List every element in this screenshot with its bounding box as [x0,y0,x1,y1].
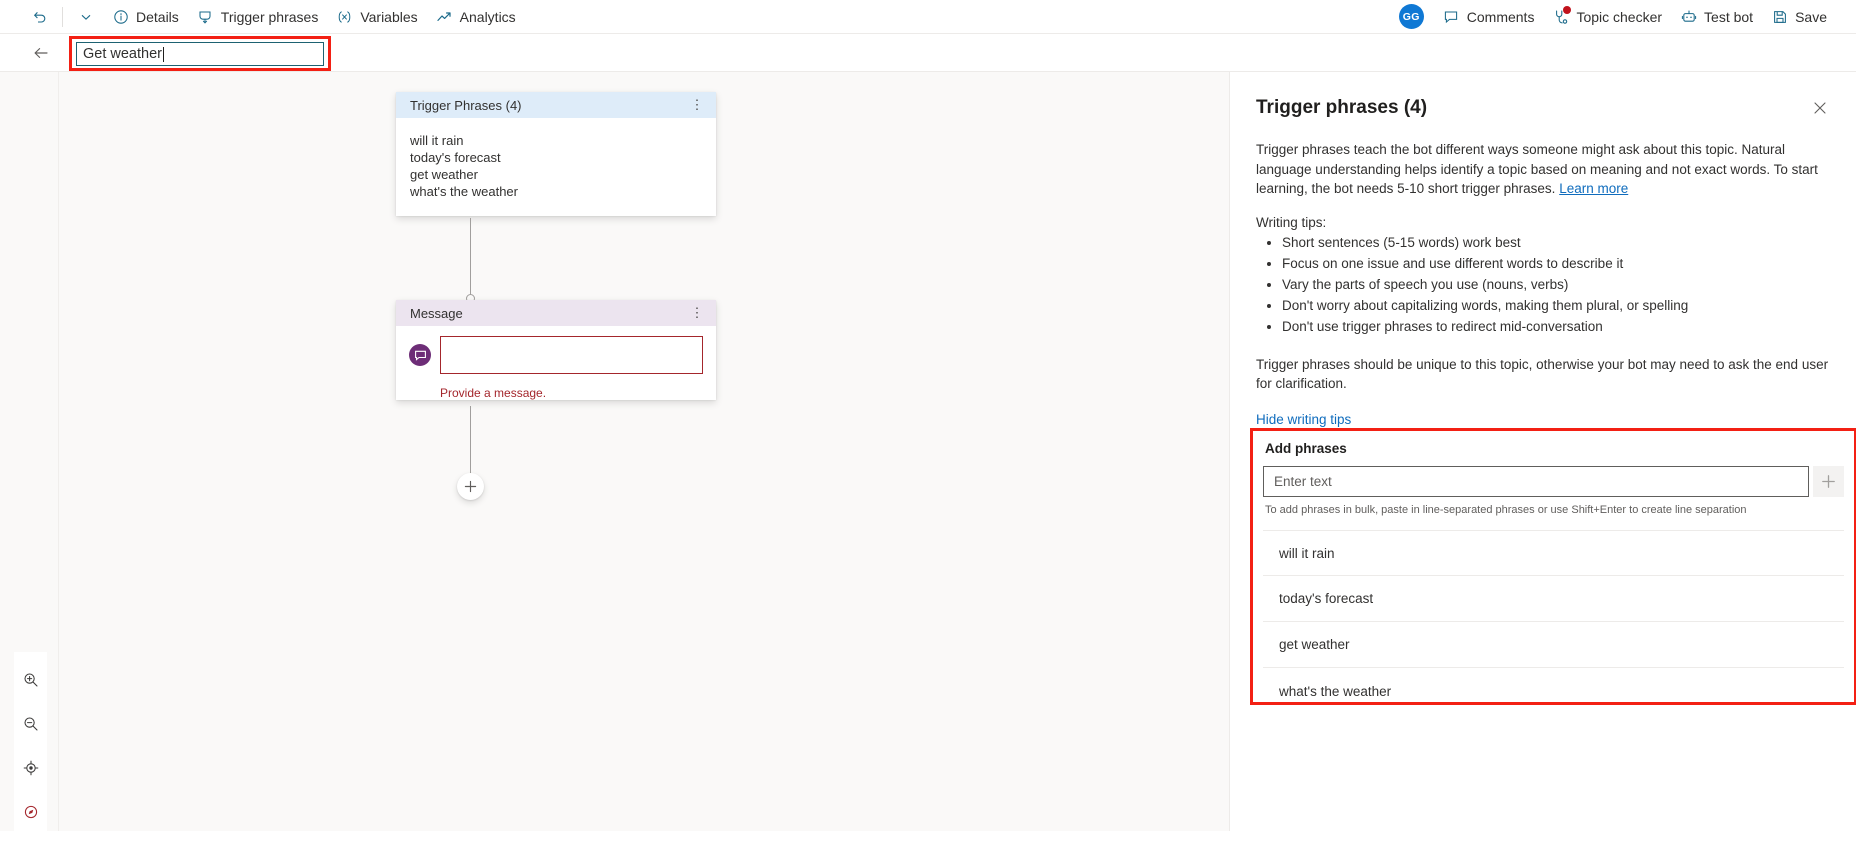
writing-tips-label: Writing tips: [1256,214,1327,230]
trigger-icon [197,8,214,25]
trigger-node-phrase: what's the weather [410,184,518,199]
topic-checker-label: Topic checker [1576,8,1663,25]
trigger-phrases-tab[interactable]: Trigger phrases [188,2,328,32]
back-button[interactable] [26,38,56,68]
trigger-node-body: will it rain today's forecast get weathe… [396,118,716,216]
phrase-list: will it rain today's forecast get weathe… [1263,530,1844,714]
message-node-title: Message [410,305,463,321]
topic-title-input[interactable]: Get weather [76,42,324,66]
close-icon[interactable] [1806,94,1834,122]
unique-note-text: Trigger phrases should be unique to this… [1256,356,1829,392]
list-item[interactable]: will it rain [1263,530,1844,576]
add-node-button[interactable] [457,473,484,500]
details-tab[interactable]: Details [103,2,188,32]
list-item[interactable]: what's the weather [1263,668,1844,714]
list-item: Short sentences (5-15 words) work best [1282,232,1830,253]
trigger-node-title: Trigger Phrases (4) [410,97,522,113]
writing-tips-list: Short sentences (5-15 words) work best F… [1282,232,1830,337]
zoom-out-button[interactable] [16,702,46,746]
topic-title-value: Get weather [83,46,162,62]
bot-icon [1680,8,1697,25]
undo-icon [31,8,48,25]
list-item: Vary the parts of speech you use (nouns,… [1282,274,1830,295]
chevron-down-icon [77,8,94,25]
add-phrases-highlight-box: Add phrases To add phrases in bulk, past… [1250,428,1856,705]
save-label: Save [1795,8,1827,25]
add-phrases-label: Add phrases [1265,441,1347,456]
toolbar-left-group: Details Trigger phrases Variables Analyt… [0,2,525,32]
variables-tab-label: Variables [360,8,418,25]
trigger-node-phrase: get weather [410,167,478,182]
panel-body: Trigger phrases teach the bot different … [1230,140,1856,429]
message-node-menu-icon[interactable]: ⋮ [687,303,707,323]
analytics-tab-label: Analytics [459,8,516,25]
trigger-node-menu-icon[interactable]: ⋮ [687,95,707,115]
reset-view-button[interactable] [16,790,46,834]
add-phrase-button[interactable] [1813,466,1844,497]
message-bubble-icon [409,344,431,366]
learn-more-link[interactable]: Learn more [1559,181,1628,196]
panel-description-text: Trigger phrases teach the bot different … [1256,142,1818,196]
left-rail [0,72,59,842]
message-error-text: Provide a message. [440,386,547,400]
list-item[interactable]: get weather [1263,622,1844,668]
list-item: Don't worry about capitalizing words, ma… [1282,295,1830,316]
comments-button[interactable]: Comments [1434,2,1544,32]
topic-checker-icon [1552,6,1572,25]
text-caret [163,46,164,62]
connector-line [470,406,471,474]
topic-checker-button[interactable]: Topic checker [1543,2,1671,32]
comment-icon [1443,8,1460,25]
save-icon [1771,8,1788,25]
variables-icon [336,8,353,25]
topic-canvas[interactable]: Trigger Phrases (4) ⋮ will it rain today… [59,72,1229,831]
analytics-tab[interactable]: Analytics [427,2,525,32]
add-phrase-input[interactable] [1263,466,1809,497]
avatar[interactable]: GG [1398,4,1424,29]
fit-to-view-button[interactable] [16,746,46,790]
trigger-phrases-tab-label: Trigger phrases [220,8,319,25]
test-bot-label: Test bot [1704,8,1754,25]
zoom-in-button[interactable] [16,658,46,702]
list-item: Don't use trigger phrases to redirect mi… [1282,316,1830,337]
message-node[interactable]: Message ⋮ Provide a message. [396,300,716,400]
comments-label: Comments [1466,8,1535,25]
trigger-node-phrase: will it rain [410,133,464,148]
add-phrases-section: Add phrases To add phrases in bulk, past… [1253,431,1854,714]
panel-title: Trigger phrases (4) [1256,97,1428,118]
hide-writing-tips-link[interactable]: Hide writing tips [1256,412,1351,427]
trigger-node-phrase: today's forecast [410,150,501,165]
undo-button[interactable] [22,2,57,32]
details-tab-label: Details [136,8,179,25]
message-text-input[interactable] [440,336,703,374]
add-phrase-input-row [1263,466,1844,497]
more-chevron-button[interactable] [68,2,103,32]
analytics-icon [436,8,453,25]
variables-tab[interactable]: Variables [327,2,426,32]
message-node-body [396,326,716,382]
bulk-paste-hint: To add phrases in bulk, paste in line-se… [1265,504,1747,516]
toolbar-divider [62,6,63,27]
save-button[interactable]: Save [1762,2,1836,32]
list-item: Focus on one issue and use different wor… [1282,253,1830,274]
zoom-controls [14,652,47,842]
info-icon [112,8,129,25]
test-bot-button[interactable]: Test bot [1671,2,1762,32]
trigger-phrases-panel: Trigger phrases (4) Trigger phrases teac… [1229,72,1856,831]
trigger-node-header: Trigger Phrases (4) ⋮ [396,92,716,118]
toolbar-right-group: GG Comments Topic checker Test bot Save [1398,2,1856,32]
panel-header: Trigger phrases (4) [1230,72,1856,122]
trigger-phrases-node[interactable]: Trigger Phrases (4) ⋮ will it rain today… [396,92,716,216]
message-node-header: Message ⋮ [396,300,716,326]
panel-description: Trigger phrases teach the bot different … [1256,140,1830,199]
connector-line [470,218,471,300]
list-item[interactable]: today's forecast [1263,576,1844,622]
top-toolbar: Details Trigger phrases Variables Analyt… [0,0,1856,34]
notification-dot [1563,6,1572,14]
